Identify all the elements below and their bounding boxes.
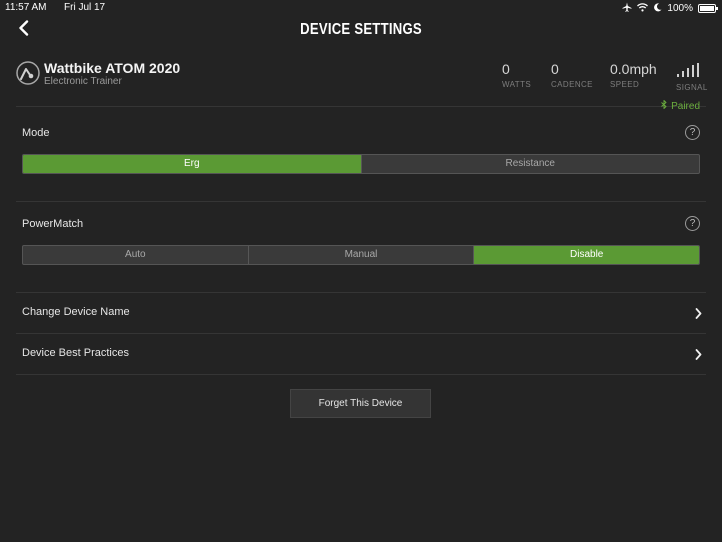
airplane-icon: [622, 2, 632, 15]
page-title: DEVICE SETTINGS: [300, 21, 422, 38]
divider: [16, 374, 706, 375]
back-button[interactable]: [14, 19, 32, 41]
chevron-left-icon: [18, 19, 29, 41]
metric-watts: 0 WATTS: [502, 61, 531, 89]
moon-icon: [653, 2, 662, 15]
device-header: Wattbike ATOM 2020 Electronic Trainer 0 …: [0, 55, 722, 95]
signal-bars-icon: [676, 63, 700, 81]
paired-status: Paired: [661, 99, 700, 112]
battery-percent: 100%: [667, 3, 693, 14]
powermatch-option-auto[interactable]: Auto: [23, 246, 248, 264]
powermatch-option-disable[interactable]: Disable: [473, 246, 699, 264]
device-best-practices-label: Device Best Practices: [22, 347, 129, 359]
trainer-icon: [16, 61, 40, 90]
chevron-right-icon: [695, 347, 702, 365]
status-icons: 100%: [622, 2, 718, 15]
mode-help-button[interactable]: ?: [685, 125, 700, 140]
status-time: 11:57 AM: [5, 2, 47, 13]
bluetooth-icon: [661, 99, 667, 112]
nav-bar: DEVICE SETTINGS: [0, 16, 722, 46]
powermatch-segmented-control: Auto Manual Disable: [22, 245, 700, 265]
mode-option-resistance[interactable]: Resistance: [360, 155, 700, 173]
metric-watts-label: WATTS: [502, 80, 532, 89]
powermatch-option-manual[interactable]: Manual: [247, 246, 474, 264]
device-name: Wattbike ATOM 2020: [44, 60, 181, 76]
change-device-name-row[interactable]: Change Device Name: [16, 293, 706, 333]
mode-segmented-control: Erg Resistance: [22, 154, 700, 174]
mode-label: Mode: [22, 127, 50, 139]
battery-icon: [698, 4, 718, 13]
chevron-right-icon: [695, 306, 702, 324]
metric-cadence: 0 CADENCE: [551, 61, 593, 89]
metric-speed-value: 0.0mph: [610, 61, 657, 77]
forget-device-button[interactable]: Forget This Device: [290, 389, 431, 418]
status-date: Fri Jul 17: [64, 2, 106, 13]
metric-speed: 0.0mph SPEED: [610, 61, 657, 89]
mode-option-erg[interactable]: Erg: [23, 155, 361, 173]
metric-cadence-label: CADENCE: [551, 80, 593, 89]
powermatch-label: PowerMatch: [22, 218, 84, 230]
device-type: Electronic Trainer: [44, 76, 122, 87]
metric-cadence-value: 0: [551, 61, 559, 77]
device-best-practices-row[interactable]: Device Best Practices: [16, 334, 706, 374]
question-icon: ?: [689, 127, 696, 138]
signal-label: SIGNAL: [676, 83, 708, 92]
metric-speed-label: SPEED: [610, 80, 640, 89]
change-device-name-label: Change Device Name: [22, 306, 130, 318]
divider: [16, 106, 706, 107]
paired-label: Paired: [671, 100, 700, 112]
divider: [16, 201, 706, 202]
metric-watts-value: 0: [502, 61, 510, 77]
powermatch-help-button[interactable]: ?: [685, 216, 700, 231]
signal-indicator: SIGNAL: [676, 63, 708, 92]
question-icon: ?: [689, 218, 696, 229]
wifi-icon: [637, 2, 649, 15]
status-bar: 11:57 AM Fri Jul 17 100%: [0, 0, 722, 16]
